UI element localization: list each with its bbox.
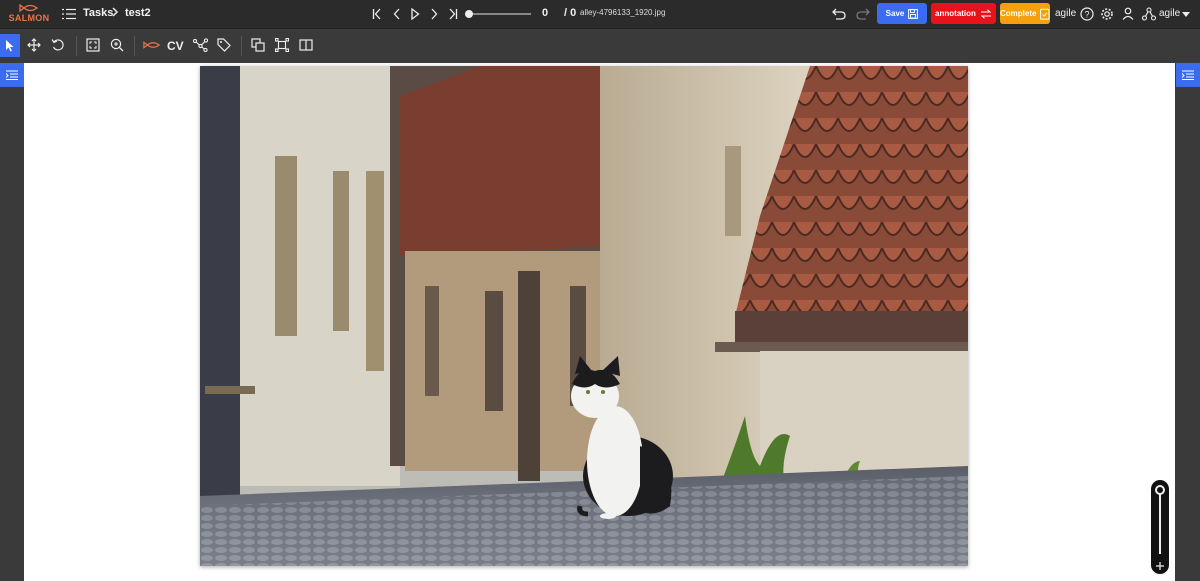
annotation-label: annotation — [935, 9, 976, 18]
left-panel-toggle-icon[interactable] — [0, 63, 24, 87]
undo-icon[interactable] — [831, 6, 847, 21]
redo-icon[interactable] — [855, 6, 871, 21]
svg-text:?: ? — [1084, 9, 1089, 19]
polyline-icon[interactable] — [192, 37, 208, 53]
zoom-plus-icon[interactable] — [1155, 558, 1165, 570]
first-frame-icon[interactable] — [371, 7, 383, 21]
swap-icon — [980, 8, 992, 19]
zoom-in-icon[interactable] — [109, 37, 125, 53]
save-label: Save — [885, 9, 905, 18]
left-panel — [0, 63, 24, 581]
breadcrumb-chevron-icon — [110, 5, 120, 24]
breadcrumb-tasks[interactable]: Tasks — [83, 7, 113, 19]
alley-cat-photo — [200, 66, 968, 566]
frame-total: / 0 — [564, 7, 577, 19]
frame-slider-thumb[interactable] — [465, 10, 473, 18]
breadcrumb-task-name[interactable]: test2 — [125, 7, 151, 19]
prev-frame-icon[interactable] — [391, 7, 403, 21]
cv-tool-button[interactable]: CV — [167, 39, 184, 53]
zoom-slider-thumb[interactable] — [1155, 485, 1165, 496]
right-panel-toggle-icon[interactable] — [1176, 63, 1200, 87]
complete-label: Complete — [1000, 9, 1037, 18]
fit-icon[interactable] — [85, 37, 101, 53]
annotated-image[interactable] — [200, 66, 968, 566]
complete-button[interactable]: Complete — [1000, 3, 1050, 24]
save-button[interactable]: Save — [877, 3, 927, 24]
account-menu[interactable]: agile — [1159, 8, 1180, 19]
group-icon[interactable] — [274, 37, 290, 53]
salmon-logo[interactable]: SALMON — [8, 3, 50, 25]
help-icon[interactable]: ? — [1079, 6, 1094, 21]
frame-number-input[interactable]: 0 — [542, 7, 548, 19]
salmon-tool-icon[interactable] — [143, 39, 161, 51]
annotation-button[interactable]: annotation — [931, 3, 996, 24]
split-icon[interactable] — [298, 37, 314, 53]
move-icon[interactable] — [26, 37, 42, 53]
play-icon[interactable] — [409, 7, 421, 21]
top-bar: SALMON Tasks test2 0 / 0 alley-4796133_1… — [0, 0, 1200, 28]
rotate-icon[interactable] — [50, 37, 66, 53]
copy-icon[interactable] — [250, 37, 266, 53]
tool-bar: CV — [0, 28, 1200, 64]
last-frame-icon[interactable] — [447, 7, 459, 21]
tag-icon[interactable] — [216, 37, 232, 53]
image-filename: alley-4796133_1920.jpg — [580, 8, 666, 17]
gear-icon[interactable] — [1099, 6, 1114, 21]
network-icon[interactable] — [1141, 6, 1156, 21]
logo-text: SALMON — [8, 13, 50, 23]
clipboard-check-icon — [1040, 8, 1050, 20]
zoom-slider[interactable] — [1151, 480, 1169, 574]
caret-down-icon[interactable] — [1181, 9, 1191, 19]
frame-slider[interactable] — [465, 9, 533, 19]
fish-icon — [19, 3, 39, 13]
user-name: agile — [1055, 8, 1077, 19]
user-icon[interactable] — [1120, 6, 1135, 21]
right-panel — [1175, 63, 1200, 581]
floppy-icon — [908, 8, 919, 19]
select-icon[interactable] — [0, 34, 20, 57]
next-frame-icon[interactable] — [428, 7, 440, 21]
task-list-icon[interactable] — [62, 7, 76, 21]
